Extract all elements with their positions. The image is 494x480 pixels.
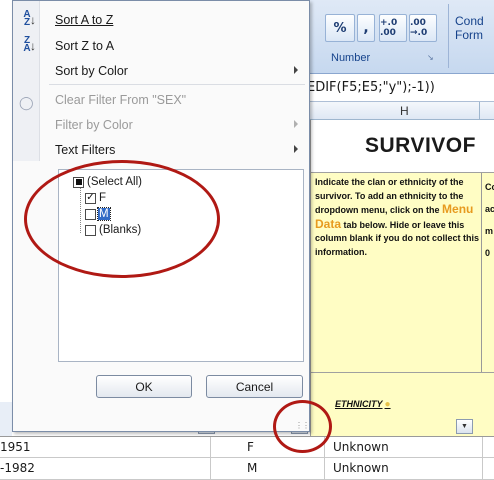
sort-descending-icon: Z A ↓ [23, 35, 36, 54]
submenu-arrow-icon [294, 120, 298, 128]
menu-item-label: Sort by Color [55, 64, 128, 78]
menu-item-sort-z-to-a[interactable]: Z A ↓ Sort Z to A [13, 34, 309, 59]
annotation-circle-checklist [24, 160, 220, 278]
instruction-prefix: the [426, 205, 443, 216]
table-row[interactable]: -1982 M Unknown [0, 458, 494, 480]
percent-style-button[interactable]: % [325, 14, 355, 42]
table-row[interactable]: 1951 F Unknown [0, 436, 494, 459]
menu-item-clear-filter[interactable]: ◯ Clear Filter From "SEX" [13, 88, 309, 113]
menu-item-label: Text Filters [55, 143, 116, 157]
cell-divider [210, 458, 211, 480]
ethnicity-cell[interactable]: Unknown [333, 440, 389, 454]
instruction-cell[interactable]: Indicate the clan or ethnicity of the su… [310, 172, 494, 433]
sheet-edge [0, 402, 12, 436]
dob-cell[interactable]: 1951 [0, 440, 31, 454]
next-column-instruction: Co ac m 0 [485, 182, 494, 258]
menu-item-sort-a-to-z[interactable]: A Z ↓ Sort A to Z [13, 8, 309, 33]
menu-item-label: Filter by Color [55, 118, 133, 132]
column-headers: H [305, 102, 494, 120]
sort-ascending-icon: A Z ↓ [23, 9, 36, 28]
cell-divider [482, 437, 483, 459]
menu-separator [49, 84, 305, 85]
submenu-arrow-icon [294, 145, 298, 153]
ok-button[interactable]: OK [96, 375, 192, 398]
ethnicity-header-text: ETHNICITY [335, 399, 383, 409]
comment-indicator-icon: ● [384, 399, 391, 410]
formula-bar[interactable]: EDIF(F5;E5;"y");-1)) [305, 74, 494, 102]
dob-cell[interactable]: -1982 [0, 461, 35, 475]
column-header-h[interactable]: H [400, 104, 409, 118]
menu-item-filter-by-color[interactable]: Filter by Color [13, 113, 309, 138]
column-divider [479, 102, 480, 120]
annotation-circle-dropdown [273, 400, 332, 453]
increase-decimal-button[interactable]: +.0 .00 [379, 14, 407, 42]
submenu-arrow-icon [294, 66, 298, 74]
sex-cell[interactable]: M [247, 461, 257, 475]
instruction-text: Indicate the clan or ethnicity of the su… [315, 176, 483, 260]
dialog-launcher-icon[interactable]: ↘ [427, 53, 434, 62]
banner-title: SURVIVOF [365, 134, 476, 157]
ethnicity-cell[interactable]: Unknown [333, 461, 389, 475]
sex-cell[interactable]: F [247, 440, 254, 454]
ribbon-divider [448, 4, 449, 68]
menu-item-label: Sort Z to A [55, 39, 115, 53]
menu-item-sort-by-color[interactable]: Sort by Color [13, 59, 309, 84]
ethnicity-filter-dropdown-button[interactable]: ▼ [456, 419, 473, 434]
menu-item-text-filters[interactable]: Text Filters [13, 138, 309, 163]
decrease-decimal-button[interactable]: .00 →.0 [409, 14, 437, 42]
number-group-label: Number [331, 52, 371, 64]
menu-item-label: Sort A to Z [55, 13, 114, 27]
comma-style-button[interactable]: , [357, 14, 375, 42]
cancel-button[interactable]: Cancel [206, 375, 303, 398]
formula-text: EDIF(F5;E5;"y");-1)) [307, 80, 435, 95]
menu-item-label: Clear Filter From "SEX" [55, 93, 187, 107]
cell-divider [324, 458, 325, 480]
clear-filter-icon: ◯ [19, 95, 34, 110]
conditional-formatting-button[interactable]: Cond Form [455, 14, 484, 42]
cell-divider [482, 458, 483, 480]
ribbon-number-group: % , +.0 .00 .00 →.0 Number ↘ Cond Form [305, 0, 494, 74]
cell-divider [210, 437, 211, 459]
ethnicity-header: ETHNICITY ● [335, 399, 391, 410]
instruction-suffix: tab [341, 219, 358, 230]
sheet-banner: SURVIVOF [310, 120, 494, 172]
